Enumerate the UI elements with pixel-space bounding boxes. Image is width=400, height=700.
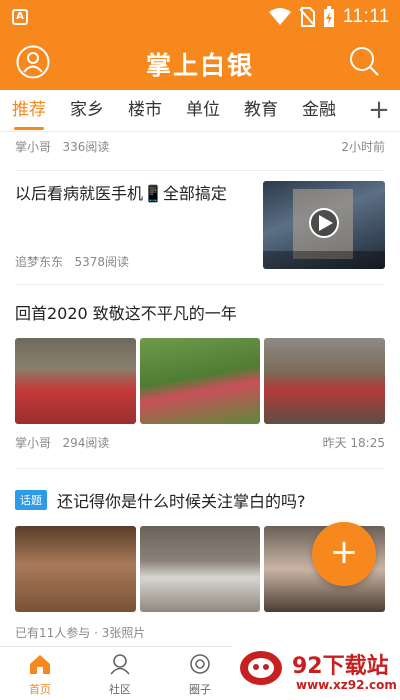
nav-community[interactable]: 社区	[90, 653, 150, 697]
divider	[15, 284, 385, 285]
photo	[139, 526, 261, 612]
photo	[264, 338, 386, 424]
video-thumbnail[interactable]	[263, 181, 385, 269]
author: 追梦东东	[15, 255, 64, 269]
tab-recommend[interactable]: 推荐	[0, 90, 58, 132]
article-title: 回首2020 致敬这不平凡的一年	[15, 304, 237, 323]
photo	[139, 338, 261, 424]
search-icon[interactable]	[348, 45, 380, 77]
circle-icon	[190, 654, 210, 674]
site-watermark: 92下载站 www.xz92.com	[232, 640, 400, 700]
topic-participation: 已有11人参与 · 3张照片	[15, 626, 146, 640]
watermark-url: www.xz92.com	[296, 678, 397, 692]
photo-strip	[15, 338, 386, 424]
list-item-meta: 掌小哥 336阅读 2小时前	[15, 138, 385, 155]
wifi-icon	[268, 8, 291, 25]
list-item-meta: 掌小哥 294阅读 昨天 18:25	[15, 434, 385, 451]
tab-hometown[interactable]: 家乡	[58, 90, 116, 132]
photo	[15, 338, 136, 424]
list-item[interactable]: 回首2020 致敬这不平凡的一年 掌小哥 294阅读 昨天 18:25	[15, 294, 386, 451]
category-tabs: 推荐 家乡 楼市 单位 教育 金融	[0, 90, 400, 132]
divider	[15, 170, 385, 171]
tab-education[interactable]: 教育	[232, 90, 290, 132]
compose-button[interactable]: +	[312, 522, 376, 586]
app-notification-icon: A	[12, 9, 28, 25]
app-header: 掌上白银	[0, 34, 400, 90]
watermark-logo-icon	[240, 651, 282, 685]
topic-badge: 话题	[15, 490, 47, 510]
watermark-title: 92下载站	[292, 654, 389, 679]
tab-finance[interactable]: 金融	[290, 90, 348, 132]
app-title: 掌上白银	[145, 51, 254, 80]
battery-charging-icon	[323, 6, 334, 27]
nav-home[interactable]: 首页	[10, 653, 70, 697]
post-time: 2小时前	[341, 140, 385, 154]
read-count: 294阅读	[62, 436, 110, 450]
nav-label: 圈子	[189, 683, 211, 696]
read-count: 5378阅读	[74, 255, 130, 269]
status-bar: A 11:11	[0, 0, 400, 34]
author: 掌小哥	[15, 140, 52, 154]
nav-label: 社区	[109, 683, 131, 696]
status-icons: 11:11	[268, 4, 390, 30]
divider	[15, 468, 385, 469]
play-icon	[263, 189, 385, 269]
tab-realestate[interactable]: 楼市	[116, 90, 174, 132]
author: 掌小哥	[15, 436, 52, 450]
topic-title: 还记得你是什么时候关注掌白的吗?	[57, 492, 306, 511]
post-time: 昨天 18:25	[322, 436, 385, 450]
article-title: 以后看病就医手机📱全部搞定	[15, 184, 227, 203]
community-icon	[110, 654, 130, 675]
nav-circle[interactable]: 圈子	[170, 653, 230, 697]
no-sim-icon	[299, 7, 315, 27]
clock: 11:11	[342, 6, 390, 27]
photo	[15, 526, 136, 612]
tab-workplace[interactable]: 单位	[174, 90, 232, 132]
list-item-meta: 追梦东东 5378阅读	[15, 253, 129, 270]
nav-label: 首页	[29, 683, 51, 696]
add-tab-icon[interactable]: +	[368, 90, 390, 132]
home-icon	[30, 655, 50, 674]
read-count: 336阅读	[62, 140, 110, 154]
